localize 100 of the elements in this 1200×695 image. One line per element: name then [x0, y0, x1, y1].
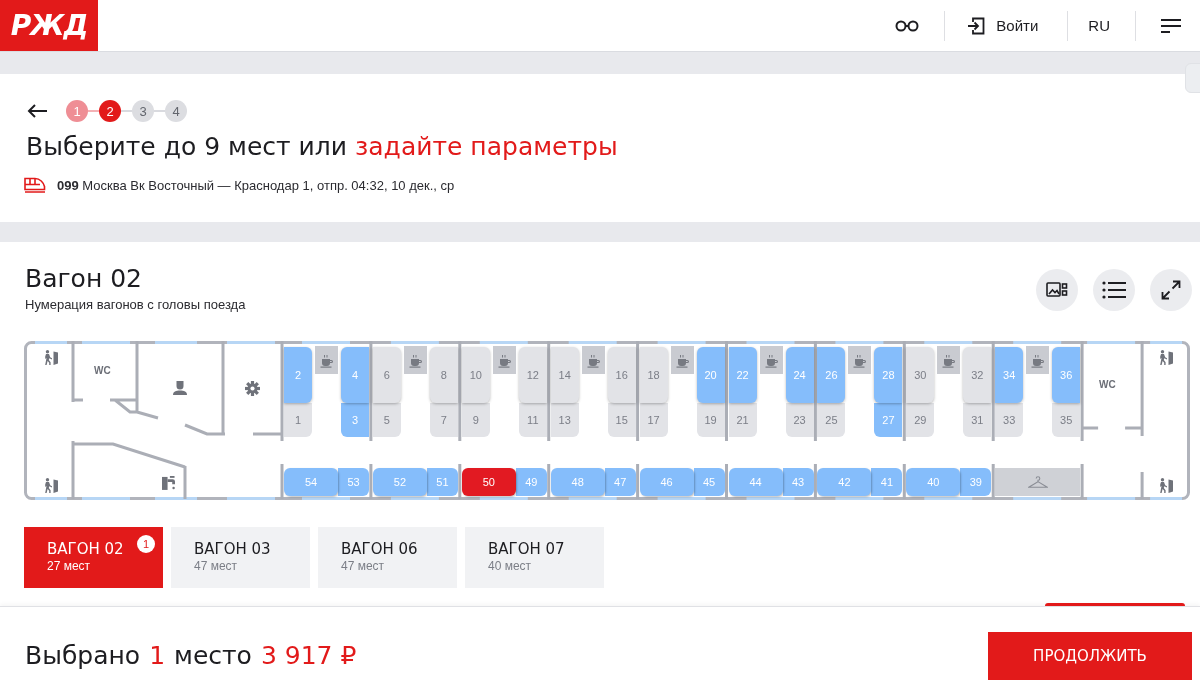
login-icon [967, 16, 986, 35]
list-icon [1102, 281, 1126, 299]
cup-icon [848, 346, 872, 374]
berth[interactable]: 32 [963, 347, 992, 403]
berth[interactable]: 2 [284, 347, 312, 403]
car-subtitle: Нумерация вагонов с головы поезда [25, 297, 246, 313]
cup-icon [403, 346, 427, 374]
wc-label: WC [94, 365, 111, 377]
login-button[interactable]: Войти [945, 8, 1068, 43]
berth[interactable]: 24 [785, 347, 814, 403]
side-panel-handle[interactable] [1185, 63, 1200, 93]
side-berth[interactable]: 49 [515, 468, 547, 496]
side-berth[interactable]: 47 [604, 468, 636, 496]
berth[interactable]: 4 [341, 347, 369, 403]
continue-button[interactable]: ПРОДОЛЖИТЬ [988, 632, 1192, 680]
step-indicator: 1 [66, 100, 88, 122]
exit-icon [43, 350, 58, 365]
berth[interactable]: 18 [639, 347, 668, 403]
berth[interactable]: 25 [817, 403, 846, 437]
side-berth[interactable]: 53 [338, 468, 369, 496]
picture-grid-icon [1046, 282, 1068, 298]
berth[interactable]: 31 [963, 403, 992, 437]
berth[interactable]: 27 [874, 403, 903, 437]
logo[interactable]: РЖД [0, 0, 98, 51]
language-button[interactable]: RU [1068, 8, 1135, 43]
berth[interactable]: 28 [874, 347, 903, 403]
seat-unit-label: место [174, 641, 252, 671]
gear-icon [245, 381, 260, 396]
cup-icon [1026, 346, 1050, 374]
berth[interactable]: 14 [550, 347, 579, 403]
side-berth[interactable]: 42 [817, 468, 872, 496]
berth[interactable]: 22 [728, 347, 757, 403]
berth[interactable]: 9 [461, 403, 490, 437]
page-title: Выберите до 9 мест или задайте параметры [26, 131, 619, 163]
faucet-icon [162, 475, 175, 490]
selected-label: Выбрано [25, 641, 141, 671]
berth[interactable]: 5 [372, 403, 401, 437]
car-tab[interactable]: ВАГОН 03 47 мест [171, 527, 310, 588]
berth[interactable]: 30 [906, 347, 935, 403]
side-berth[interactable]: 43 [782, 468, 814, 496]
berth[interactable]: 23 [785, 403, 814, 437]
berth[interactable]: 6 [372, 347, 401, 403]
berth[interactable]: 36 [1052, 347, 1081, 403]
berth[interactable]: 11 [518, 403, 547, 437]
set-parameters-link[interactable]: задайте параметры [355, 132, 618, 161]
berth[interactable]: 17 [639, 403, 668, 437]
side-berth[interactable]: 45 [693, 468, 725, 496]
side-berth[interactable]: 41 [871, 468, 903, 496]
step-indicator: 4 [165, 100, 187, 122]
berth[interactable]: 35 [1052, 403, 1081, 437]
step-indicator: 2 [99, 100, 121, 122]
car-tab[interactable]: ВАГОН 06 47 мест [318, 527, 457, 588]
hanger-icon [1027, 476, 1048, 488]
berth[interactable]: 12 [518, 347, 547, 403]
cup-icon [492, 346, 516, 374]
person-icon [173, 381, 187, 395]
train-info: 099 Москва Вк Восточный — Краснодар 1, отпр. 04:32, 10 дек., ср [57, 177, 455, 193]
back-arrow-icon[interactable] [27, 104, 47, 118]
menu-icon[interactable] [1161, 18, 1181, 33]
cup-icon [670, 346, 694, 374]
berth[interactable]: 15 [607, 403, 636, 437]
glasses-icon[interactable] [895, 19, 920, 32]
side-berth[interactable]: 54 [284, 468, 338, 496]
car-tab[interactable]: ВАГОН 07 40 мест [465, 527, 604, 588]
side-berth[interactable]: 52 [372, 468, 427, 496]
berth[interactable]: 16 [607, 347, 636, 403]
side-berth[interactable]: 40 [906, 468, 961, 496]
berth[interactable]: 13 [550, 403, 579, 437]
side-berth[interactable]: 46 [639, 468, 694, 496]
step-indicator: 3 [132, 100, 154, 122]
list-view-button[interactable] [1093, 269, 1135, 311]
selected-count: 1 [149, 641, 166, 671]
fullscreen-button[interactable] [1150, 269, 1192, 311]
berth[interactable]: 10 [461, 347, 490, 403]
side-berth[interactable]: 50 [461, 468, 516, 496]
berth[interactable]: 29 [906, 403, 935, 437]
berth[interactable]: 21 [728, 403, 757, 437]
berth[interactable]: 19 [696, 403, 725, 437]
expand-icon [1161, 280, 1181, 300]
exit-icon [43, 478, 58, 493]
car-tab[interactable]: ВАГОН 02 27 мест 1 [24, 527, 163, 588]
berth[interactable]: 1 [284, 403, 312, 437]
side-berth[interactable]: 48 [550, 468, 605, 496]
total-price: 3 917 ₽ [260, 641, 357, 671]
berth[interactable]: 3 [341, 403, 369, 437]
side-berth[interactable]: 51 [426, 468, 458, 496]
side-berth[interactable]: 39 [960, 468, 992, 496]
cup-icon [937, 346, 961, 374]
berth[interactable]: 33 [995, 403, 1024, 437]
wc-label: WC [1099, 379, 1116, 391]
berth[interactable]: 8 [429, 347, 458, 403]
cup-icon [581, 346, 605, 374]
berth[interactable]: 26 [817, 347, 846, 403]
berth[interactable]: 20 [696, 347, 725, 403]
berth[interactable]: 34 [995, 347, 1024, 403]
cup-icon [759, 346, 783, 374]
scheme-view-button[interactable] [1036, 269, 1078, 311]
car-title: Вагон 02 [25, 265, 143, 293]
side-berth[interactable]: 44 [728, 468, 783, 496]
berth[interactable]: 7 [429, 403, 458, 437]
